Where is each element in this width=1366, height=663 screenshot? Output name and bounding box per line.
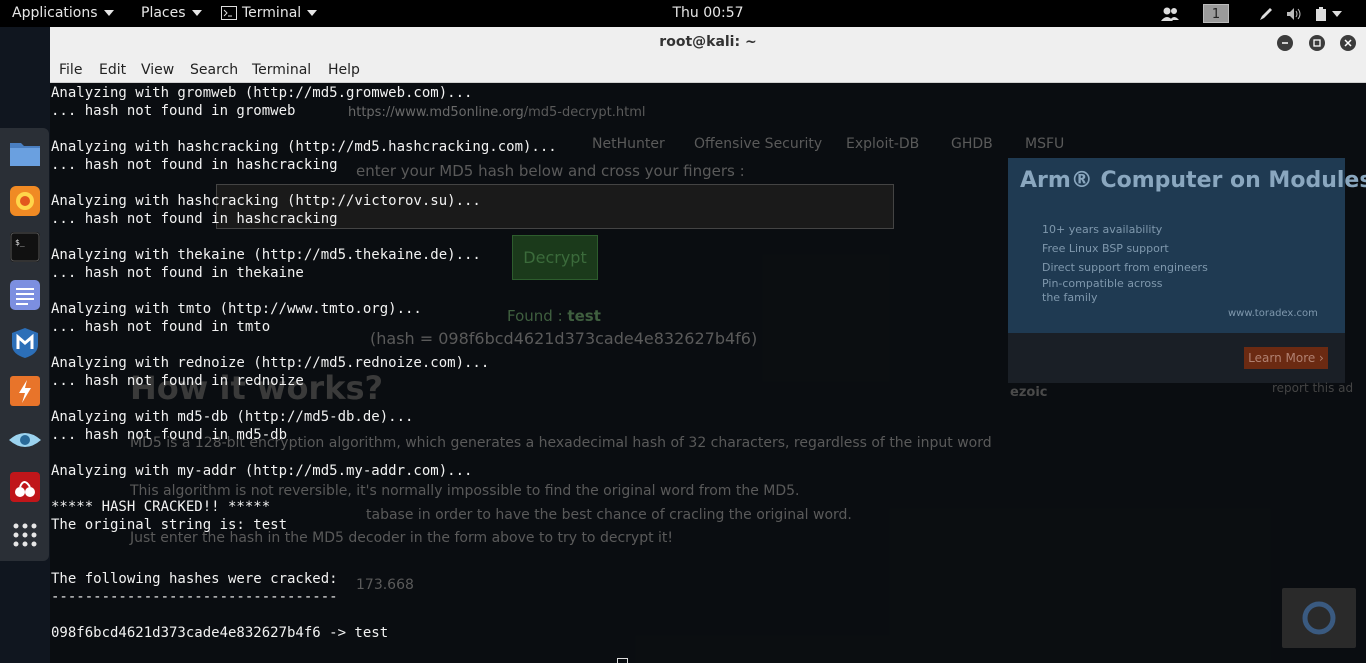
window-title: root@kali: ~ <box>659 34 757 50</box>
burpsuite-icon[interactable] <box>8 374 42 408</box>
battery-icon[interactable] <box>1315 0 1342 27</box>
menu-edit[interactable]: Edit <box>99 58 126 82</box>
terminal-line: ---------------------------------- <box>51 589 338 605</box>
close-button[interactable] <box>1340 35 1356 51</box>
cherrytree-icon[interactable] <box>8 470 42 504</box>
pen-icon[interactable] <box>1258 0 1274 27</box>
menu-search[interactable]: Search <box>190 58 238 82</box>
terminal-line: Analyzing with md5-db (http://md5-db.de)… <box>51 409 414 425</box>
terminal-line: Analyzing with thekaine (http://md5.thek… <box>51 247 481 263</box>
terminal-line: Analyzing with my-addr (http://md5.my-ad… <box>51 463 473 479</box>
terminal-line: The original string is: test <box>51 517 288 533</box>
terminal-line: ***** HASH CRACKED!! ***** <box>51 499 271 515</box>
terminal-line: The following hashes were cracked: <box>51 571 338 587</box>
show-apps-icon[interactable] <box>8 518 42 552</box>
workspace-indicator[interactable]: 1 <box>1203 4 1229 23</box>
menu-file[interactable]: File <box>59 58 82 82</box>
people-icon[interactable] <box>1160 0 1180 27</box>
terminal-line: Analyzing with hashcracking (http://md5.… <box>51 139 557 155</box>
terminal-text: Analyzing with gromweb (http://md5.gromw… <box>51 84 1351 642</box>
dock: $_ <box>0 128 49 561</box>
volume-icon[interactable] <box>1285 0 1303 27</box>
terminal-line: ... hash not found in thekaine <box>51 265 304 281</box>
terminal-line: ... hash not found in gromweb <box>51 103 296 119</box>
terminal-line: ... hash not found in hashcracking <box>51 157 338 173</box>
maximize-button[interactable] <box>1309 35 1325 51</box>
menu-help[interactable]: Help <box>328 58 360 82</box>
terminal-line: ... hash not found in md5-db <box>51 427 288 443</box>
window-menubar: File Edit View Search Terminal Help <box>50 58 1366 83</box>
terminal-line: 098f6bcd4621d373cade4e832627b4f6 -> test <box>51 625 389 641</box>
menu-view[interactable]: View <box>141 58 174 82</box>
maximize-icon <box>1313 39 1321 47</box>
svg-text:$_: $_ <box>15 238 25 247</box>
firefox-icon[interactable] <box>8 184 42 218</box>
menu-terminal[interactable]: Terminal <box>252 58 311 82</box>
terminal-line: ... hash not found in hashcracking <box>51 211 338 227</box>
mouse-cursor <box>617 658 628 663</box>
terminal-line: ... hash not found in rednoize <box>51 373 304 389</box>
close-icon <box>1344 39 1352 47</box>
eye-icon[interactable] <box>8 423 42 457</box>
terminal-icon[interactable]: $_ <box>8 230 42 264</box>
window-titlebar[interactable]: root@kali: ~ <box>50 27 1366 59</box>
terminal-output-area[interactable]: https://www.md5online.org/md5-decrypt.ht… <box>50 83 1366 663</box>
files-icon[interactable] <box>8 136 42 170</box>
text-editor-icon[interactable] <box>8 278 42 312</box>
metasploit-icon[interactable] <box>8 326 42 360</box>
minimize-button[interactable] <box>1277 35 1293 51</box>
minimize-icon <box>1282 42 1288 44</box>
terminal-line: Analyzing with tmto (http://www.tmto.org… <box>51 301 422 317</box>
terminal-line: Analyzing with rednoize (http://md5.redn… <box>51 355 490 371</box>
terminal-window: root@kali: ~ File Edit View Search Termi… <box>50 27 1366 663</box>
chevron-down-icon <box>1332 10 1342 17</box>
top-panel: Applications Places Terminal Thu 00:57 1 <box>0 0 1366 27</box>
terminal-line: Analyzing with hashcracking (http://vict… <box>51 193 481 209</box>
terminal-line: ... hash not found in tmto <box>51 319 271 335</box>
terminal-line: Analyzing with gromweb (http://md5.gromw… <box>51 85 473 101</box>
